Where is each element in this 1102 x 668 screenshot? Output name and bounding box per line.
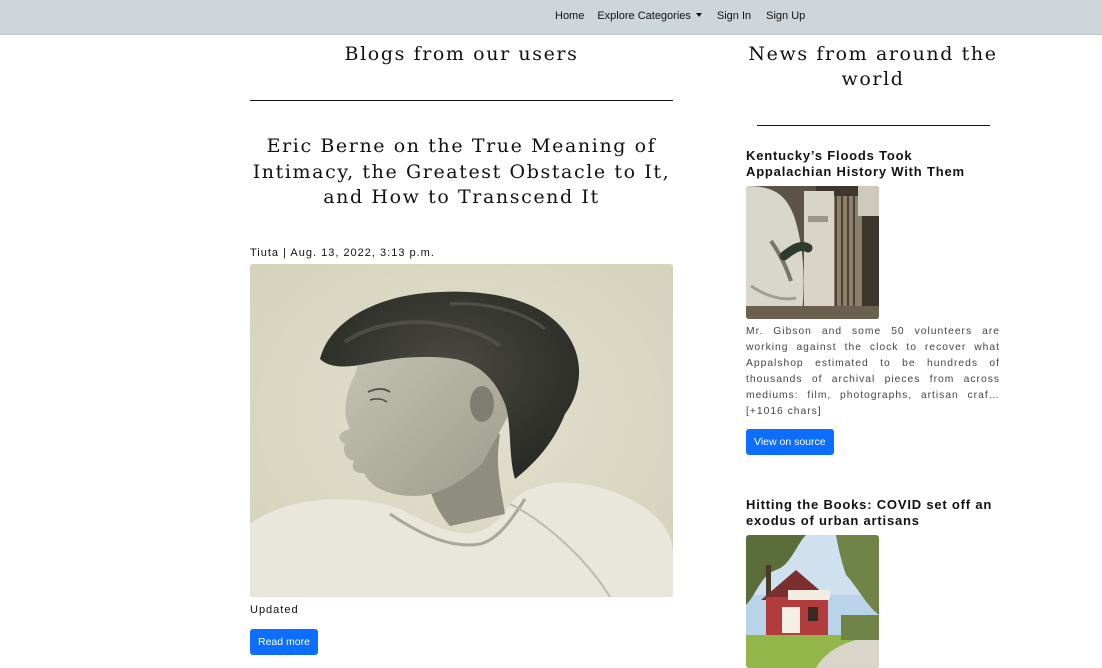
nav-links: Home Explore Categories Sign In Sign Up (555, 10, 805, 22)
blogs-divider (250, 100, 673, 101)
nav-explore-categories-dropdown[interactable]: Explore Categories (597, 10, 702, 22)
blog-post-meta: Tiuta | Aug. 13, 2022, 3:13 p.m. (250, 247, 435, 259)
news-item-title[interactable]: Hitting the Books: COVID set off an exod… (746, 497, 1000, 529)
top-navbar: Home Explore Categories Sign In Sign Up (0, 0, 1102, 35)
nav-explore-label: Explore Categories (597, 10, 691, 22)
nav-sign-in-link[interactable]: Sign In (717, 10, 751, 22)
news-heading: News from around the world (748, 43, 998, 90)
blog-post-title[interactable]: Eric Berne on the True Meaning of Intima… (250, 134, 673, 211)
news-item-title[interactable]: Kentucky’s Floods Took Appalachian Histo… (746, 148, 1000, 180)
nav-sign-up-link[interactable]: Sign Up (766, 10, 805, 22)
news-item: Kentucky’s Floods Took Appalachian Histo… (746, 148, 1000, 455)
blogs-heading: Blogs from our users (344, 43, 579, 65)
news-item-description: Mr. Gibson and some 50 volunteers are wo… (746, 326, 1000, 417)
news-divider (757, 125, 990, 126)
news-item: Hitting the Books: COVID set off an exod… (746, 497, 1000, 668)
read-more-button[interactable]: Read more (250, 629, 318, 655)
news-item-image (746, 186, 879, 319)
caret-down-icon (695, 13, 702, 17)
blog-post-status: Updated (250, 604, 299, 616)
nav-home-link[interactable]: Home (555, 10, 584, 22)
view-on-source-button[interactable]: View on source (746, 429, 834, 455)
news-item-image (746, 535, 879, 668)
blog-post-image (250, 264, 673, 597)
